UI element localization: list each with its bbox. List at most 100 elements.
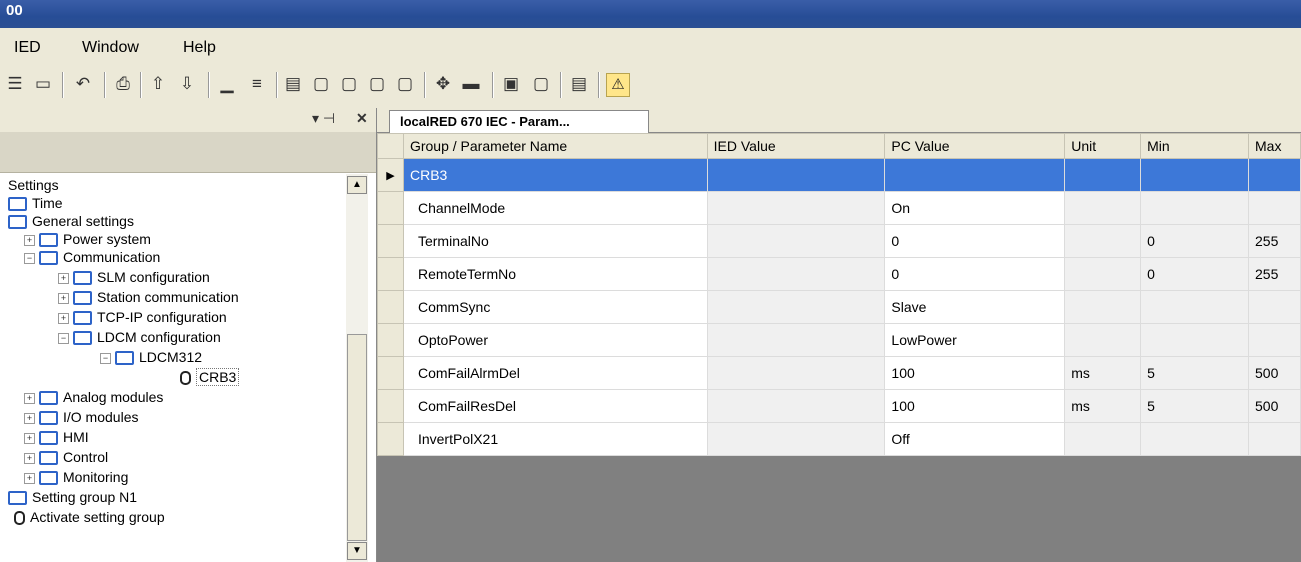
- column-header-pc-value[interactable]: PC Value: [884, 133, 1066, 159]
- page2-icon[interactable]: ▢: [530, 73, 552, 95]
- row-header[interactable]: [377, 224, 404, 258]
- doc3-icon[interactable]: ▢: [338, 73, 360, 95]
- doc-icon[interactable]: ▤: [282, 73, 304, 95]
- tree-item-activate-setting-group[interactable]: Activate setting group: [14, 508, 165, 526]
- pc-value-cell[interactable]: On: [884, 191, 1066, 225]
- tree-item-analog-modules[interactable]: + Analog modules: [24, 388, 163, 406]
- page-icon[interactable]: ▣: [500, 73, 522, 95]
- scroll-up-icon[interactable]: ▲: [347, 176, 367, 194]
- pc-value-cell[interactable]: Slave: [884, 290, 1066, 324]
- tree-item-slm-configuration[interactable]: + SLM configuration: [58, 268, 210, 286]
- download-icon[interactable]: ⇩: [176, 73, 198, 95]
- table-row[interactable]: InvertPolX21 Off: [377, 422, 1301, 456]
- row-header[interactable]: [377, 356, 404, 390]
- table-row[interactable]: ChannelMode On: [377, 191, 1301, 225]
- row-header[interactable]: [377, 422, 404, 456]
- expand-icon[interactable]: +: [24, 452, 35, 464]
- column-header-max[interactable]: Max: [1248, 133, 1301, 159]
- doc2-icon[interactable]: ▢: [310, 73, 332, 95]
- panel-icon[interactable]: ▭: [32, 73, 54, 95]
- close-icon[interactable]: ✕: [356, 110, 368, 127]
- tree-item-time[interactable]: Time: [8, 194, 63, 212]
- pc-value-cell[interactable]: 100: [884, 356, 1066, 390]
- upload-icon[interactable]: ⇧: [147, 73, 169, 95]
- column-header-name[interactable]: Group / Parameter Name: [402, 133, 708, 159]
- tree-item-ldcm312[interactable]: − LDCM312: [100, 348, 202, 366]
- folder-icon: [39, 251, 58, 266]
- expand-icon[interactable]: +: [24, 412, 35, 424]
- expand-icon[interactable]: +: [24, 392, 35, 404]
- pc-value-cell[interactable]: 100: [884, 389, 1066, 423]
- tree-item-settings[interactable]: Settings: [8, 176, 59, 194]
- tab-parameter-setting[interactable]: localRED 670 IEC - Param...: [389, 110, 649, 133]
- table-row[interactable]: TerminalNo 0 0 255: [377, 224, 1301, 258]
- collapse-icon[interactable]: −: [58, 332, 69, 344]
- tree-item-power-system[interactable]: + Power system: [24, 230, 151, 248]
- tree-item-setting-group-n1[interactable]: Setting group N1: [8, 488, 137, 506]
- table-row[interactable]: ComFailResDel 100 ms 5 500: [377, 389, 1301, 423]
- list-icon[interactable]: ☰: [4, 73, 26, 95]
- hline-icon[interactable]: ▁: [216, 73, 238, 95]
- tree-item-tcpip-configuration[interactable]: + TCP-IP configuration: [58, 308, 227, 326]
- column-header-min[interactable]: Min: [1140, 133, 1249, 159]
- tree-item-io-modules[interactable]: + I/O modules: [24, 408, 138, 426]
- tree-item-general-settings[interactable]: General settings: [8, 212, 134, 230]
- table-row[interactable]: ComFailAlrmDel 100 ms 5 500: [377, 356, 1301, 390]
- parameter-icon: [14, 511, 25, 526]
- collapse-icon[interactable]: −: [24, 252, 35, 264]
- print-icon[interactable]: ⎙: [112, 73, 134, 95]
- expand-icon[interactable]: +: [24, 432, 35, 444]
- max-cell: 500: [1248, 356, 1301, 390]
- tree-item-communication[interactable]: − Communication: [24, 248, 160, 266]
- menu-window[interactable]: Window: [82, 39, 139, 57]
- max-cell: [1248, 323, 1301, 357]
- tree-scrollbar[interactable]: ▲ ▼: [346, 174, 368, 562]
- expand-icon[interactable]: +: [58, 292, 69, 304]
- group-name-cell[interactable]: CRB3: [402, 158, 708, 192]
- table-row-group[interactable]: ▶ CRB3: [377, 158, 1301, 192]
- pc-value-cell[interactable]: 0: [884, 257, 1066, 291]
- save-icon[interactable]: ▤: [568, 73, 590, 95]
- undo-icon[interactable]: ↶: [72, 73, 94, 95]
- expand-icon[interactable]: +: [24, 472, 35, 484]
- folder-icon: [73, 291, 92, 306]
- column-header-unit[interactable]: Unit: [1064, 133, 1142, 159]
- parameter-name-cell: ChannelMode: [402, 191, 708, 225]
- pc-value-cell[interactable]: LowPower: [884, 323, 1066, 357]
- tree-item-crb3[interactable]: CRB3: [180, 368, 240, 386]
- row-header[interactable]: [377, 191, 404, 225]
- pc-value-cell[interactable]: 0: [884, 224, 1066, 258]
- tree-item-hmi[interactable]: + HMI: [24, 428, 89, 446]
- tree-item-ldcm-configuration[interactable]: − LDCM configuration: [58, 328, 221, 346]
- scroll-thumb[interactable]: [347, 334, 367, 541]
- table-row[interactable]: OptoPower LowPower: [377, 323, 1301, 357]
- row-header[interactable]: [377, 257, 404, 291]
- parameter-tree: Settings Time General settings + Power sy…: [0, 174, 346, 562]
- expand-icon[interactable]: +: [58, 312, 69, 324]
- tree-item-monitoring[interactable]: + Monitoring: [24, 468, 128, 486]
- menu-help[interactable]: Help: [183, 39, 216, 57]
- row-header[interactable]: [377, 389, 404, 423]
- tree-item-control[interactable]: + Control: [24, 448, 108, 466]
- row-header[interactable]: [377, 323, 404, 357]
- doc4-icon[interactable]: ▢: [366, 73, 388, 95]
- lines-icon[interactable]: ≡: [246, 73, 268, 95]
- pin-icon[interactable]: ▾ ⊣: [312, 110, 335, 127]
- toolbar-separator: [140, 72, 142, 98]
- menu-ied[interactable]: IED: [14, 39, 41, 57]
- table-row[interactable]: RemoteTermNo 0 0 255: [377, 257, 1301, 291]
- table-row[interactable]: CommSync Slave: [377, 290, 1301, 324]
- pc-value-cell[interactable]: Off: [884, 422, 1066, 456]
- doc5-icon[interactable]: ▢: [394, 73, 416, 95]
- minus-icon[interactable]: ▬: [460, 73, 482, 95]
- scroll-down-icon[interactable]: ▼: [347, 542, 367, 560]
- expand-icon[interactable]: +: [24, 234, 35, 246]
- collapse-icon[interactable]: −: [100, 352, 111, 364]
- arrows-icon[interactable]: ✥: [432, 73, 454, 95]
- tree-item-station-communication[interactable]: + Station communication: [58, 288, 239, 306]
- expand-icon[interactable]: +: [58, 272, 69, 284]
- warning-icon[interactable]: ⚠: [606, 73, 630, 97]
- toolbar-separator: [598, 72, 600, 98]
- column-header-ied-value[interactable]: IED Value: [706, 133, 886, 159]
- row-header[interactable]: [377, 290, 404, 324]
